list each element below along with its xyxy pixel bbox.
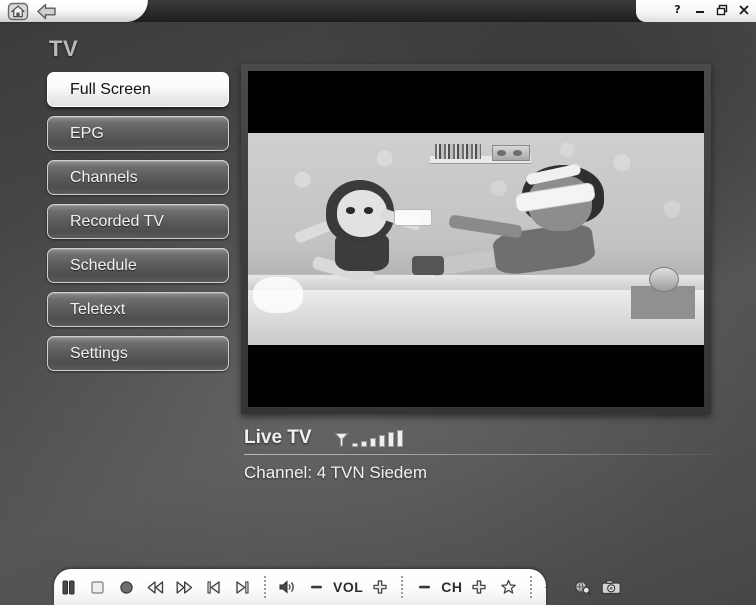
character-boy-shoe	[412, 255, 445, 275]
character-girl-eye-left	[346, 207, 356, 214]
minus-icon	[419, 585, 431, 589]
rewind-button[interactable]	[141, 572, 170, 602]
favorite-button[interactable]	[494, 572, 523, 602]
signal-strength-indicator	[333, 429, 403, 447]
media-center-window: ? TV Full Screen EPG Channels Recorded T…	[0, 0, 756, 605]
scene-radio	[491, 144, 531, 161]
signal-bar-2	[360, 440, 367, 447]
pause-icon	[62, 580, 75, 594]
globe-search-icon	[574, 580, 591, 595]
character-boy-arm	[448, 214, 523, 239]
record-icon	[120, 580, 133, 594]
now-playing-title: Live TV	[244, 427, 312, 448]
close-icon	[738, 4, 749, 15]
record-button[interactable]	[112, 572, 141, 602]
home-icon	[7, 2, 29, 21]
sidebar-menu: Full Screen EPG Channels Recorded TV Sch…	[47, 72, 229, 371]
scene-alarm-clock	[649, 266, 679, 292]
scene-lamp	[252, 277, 303, 314]
channel-label-control: CH	[441, 579, 463, 595]
rewind-icon	[147, 580, 164, 594]
sidebar-item-settings[interactable]: Settings	[47, 336, 229, 371]
minimize-button[interactable]	[693, 3, 706, 16]
signal-bar-1	[351, 442, 358, 447]
control-separator-2	[401, 576, 404, 598]
restore-icon	[716, 4, 727, 15]
volume-controls: VOL	[273, 572, 394, 602]
video-picture	[248, 133, 704, 345]
plus-icon	[472, 580, 486, 594]
skip-back-icon	[207, 580, 220, 594]
sidebar-item-label: Settings	[70, 344, 128, 362]
plus-icon	[373, 580, 387, 594]
speaker-icon	[279, 580, 294, 594]
sidebar-item-label: Schedule	[70, 256, 137, 274]
sidebar-item-teletext[interactable]: Teletext	[47, 292, 229, 327]
sidebar-item-schedule[interactable]: Schedule	[47, 248, 229, 283]
video-frame[interactable]	[241, 64, 711, 414]
character-girl-eye-right	[364, 207, 374, 214]
close-button[interactable]	[737, 3, 750, 16]
channel-controls: CH	[410, 572, 522, 602]
dpad-button[interactable]	[539, 572, 568, 602]
signal-bar-5	[387, 431, 394, 447]
back-arrow-icon	[37, 3, 56, 20]
fast-forward-icon	[176, 580, 193, 594]
info-button[interactable]	[568, 572, 597, 602]
window-controls: ?	[671, 3, 750, 16]
camera-icon	[601, 580, 621, 595]
signal-bar-3	[369, 437, 376, 447]
restore-button[interactable]	[715, 3, 728, 16]
sidebar-item-full-screen[interactable]: Full Screen	[47, 72, 229, 107]
sidebar-item-label: Full Screen	[70, 80, 151, 98]
video-screen[interactable]	[248, 71, 704, 407]
skip-forward-icon	[236, 580, 249, 594]
pause-button[interactable]	[54, 572, 83, 602]
sidebar-item-channels[interactable]: Channels	[47, 160, 229, 195]
dpad-icon	[544, 579, 562, 595]
home-button[interactable]	[7, 2, 29, 21]
title-bar: ?	[0, 0, 756, 22]
extra-controls	[539, 572, 626, 602]
now-playing-divider	[244, 454, 716, 455]
channel-up-button[interactable]	[465, 572, 494, 602]
scene-bottle	[393, 209, 433, 227]
scene-books	[434, 143, 481, 159]
transport-controls	[54, 572, 257, 602]
sidebar: TV Full Screen EPG Channels Recorded TV …	[47, 36, 229, 371]
channel-down-button[interactable]	[410, 572, 439, 602]
now-playing-row: Live TV	[244, 427, 716, 449]
sidebar-item-label: EPG	[70, 124, 104, 142]
snapshot-button[interactable]	[597, 572, 626, 602]
signal-bar-6	[396, 429, 403, 447]
stop-icon	[91, 580, 104, 594]
control-separator-1	[264, 576, 266, 598]
back-button[interactable]	[36, 2, 58, 21]
channel-label: Channel: 4 TVN Siedem	[244, 463, 428, 482]
fast-forward-button[interactable]	[170, 572, 199, 602]
volume-label: VOL	[333, 579, 364, 595]
playback-control-bar: VOL CH	[54, 569, 621, 605]
mute-button[interactable]	[273, 572, 302, 602]
sidebar-item-label: Recorded TV	[70, 212, 164, 230]
previous-button[interactable]	[199, 572, 228, 602]
control-separator-3	[529, 576, 532, 598]
volume-up-button[interactable]	[365, 572, 394, 602]
stop-button[interactable]	[83, 572, 112, 602]
sidebar-item-label: Channels	[70, 168, 138, 186]
next-button[interactable]	[228, 572, 257, 602]
minus-icon	[311, 585, 322, 589]
sidebar-item-recorded-tv[interactable]: Recorded TV	[47, 204, 229, 239]
now-playing-info: Live TV Channel: 4 TVN Siedem	[244, 427, 716, 483]
volume-down-button[interactable]	[302, 572, 331, 602]
sidebar-item-label: Teletext	[70, 300, 126, 318]
page-title: TV	[49, 36, 79, 61]
minimize-icon	[695, 10, 704, 13]
antenna-icon	[333, 432, 349, 446]
help-button[interactable]: ?	[671, 3, 684, 16]
sidebar-item-epg[interactable]: EPG	[47, 116, 229, 151]
star-icon	[500, 579, 516, 594]
signal-bar-4	[378, 434, 385, 447]
